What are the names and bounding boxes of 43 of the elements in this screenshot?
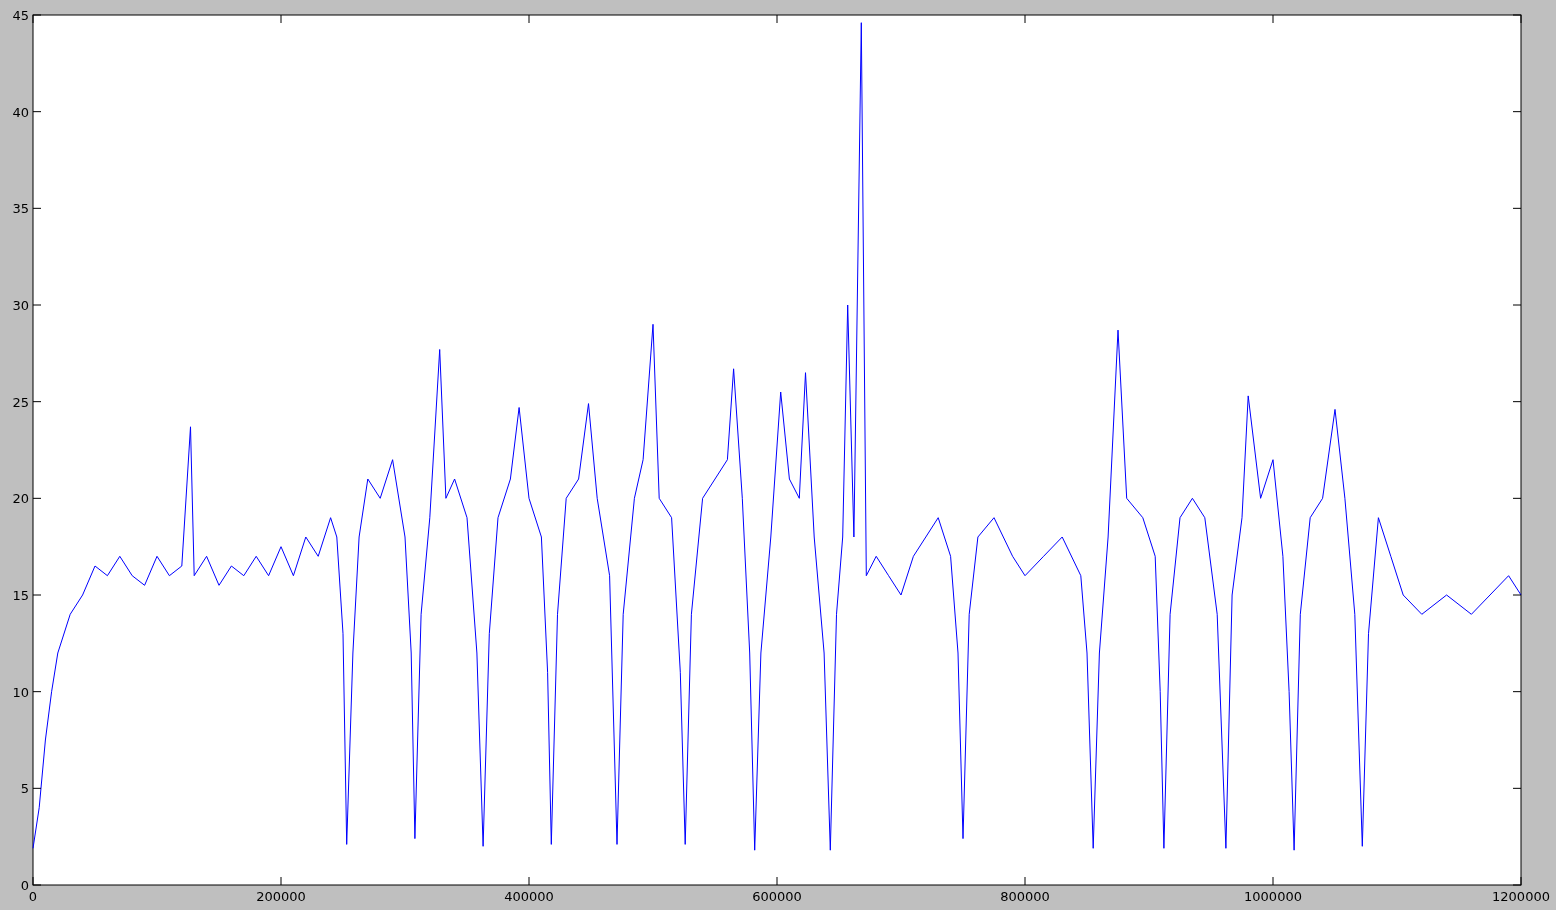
tick-mark (1512, 497, 1522, 499)
y-tick-label: 45 (12, 8, 29, 23)
x-tick-label: 0 (28, 889, 38, 904)
tick-mark (32, 111, 42, 113)
tick-mark (1512, 594, 1522, 596)
y-tick-label: 30 (12, 298, 29, 313)
tick-mark (1512, 304, 1522, 306)
tick-mark (32, 304, 42, 306)
tick-mark (528, 14, 530, 24)
x-tick-label: 200000 (256, 889, 306, 904)
y-tick-label: 40 (12, 104, 29, 120)
tick-mark (528, 876, 530, 886)
x-tick-label: 800000 (1000, 889, 1050, 904)
tick-mark (32, 401, 42, 403)
y-tick-label: 0 (20, 878, 29, 893)
tick-mark (1024, 876, 1026, 886)
tick-mark (1272, 876, 1274, 886)
tick-mark (1512, 401, 1522, 403)
tick-mark (1512, 207, 1522, 209)
x-tick-label: 1200000 (1492, 889, 1550, 904)
y-tick-label: 10 (12, 684, 29, 700)
tick-mark (1512, 691, 1522, 693)
x-tick-label: 600000 (752, 889, 802, 904)
y-tick-label: 15 (12, 588, 29, 603)
tick-mark (32, 207, 42, 209)
y-tick-label: 25 (12, 394, 29, 410)
tick-mark (32, 594, 42, 596)
tick-mark (32, 497, 42, 499)
tick-mark (1512, 111, 1522, 113)
x-tick-label: 1000000 (1244, 889, 1302, 904)
tick-mark (280, 876, 282, 886)
y-tick-label: 20 (12, 491, 29, 507)
tick-mark (1024, 14, 1026, 24)
tick-mark (280, 14, 282, 24)
x-tick-label: 400000 (504, 889, 554, 904)
tick-mark (1272, 14, 1274, 24)
y-tick-label: 5 (20, 781, 29, 797)
tick-mark (1512, 787, 1522, 789)
y-tick-label: 35 (12, 201, 29, 217)
tick-mark (32, 691, 42, 693)
tick-mark (32, 787, 42, 789)
tick-mark (776, 876, 778, 886)
tick-mark (776, 14, 778, 24)
